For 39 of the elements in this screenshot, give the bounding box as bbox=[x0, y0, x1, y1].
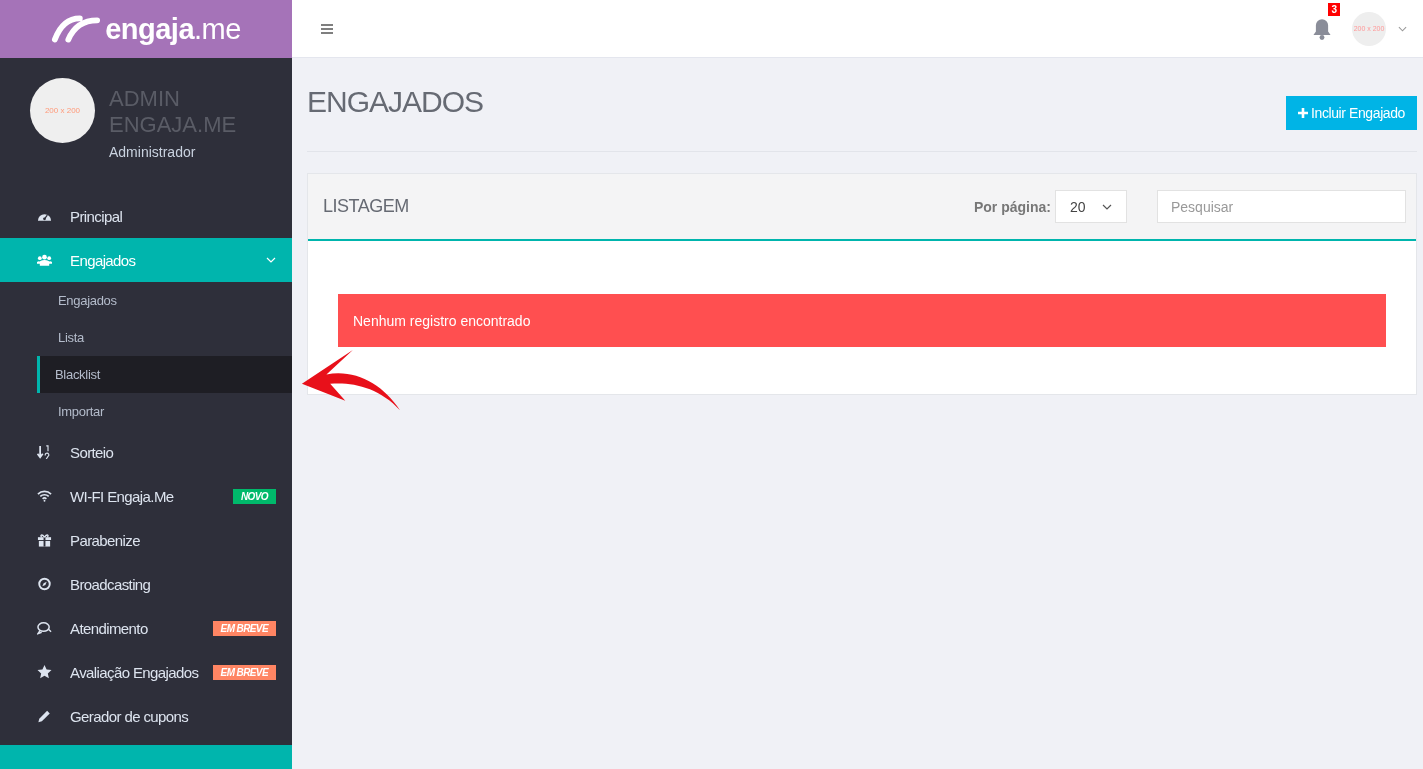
users-icon bbox=[37, 253, 52, 267]
menu-item[interactable]: Parabenize bbox=[0, 518, 292, 562]
per-page-label: Por página: bbox=[974, 198, 1051, 215]
caret-icon bbox=[1102, 203, 1112, 210]
panel-title: LISTAGEM bbox=[323, 196, 410, 217]
search-field[interactable]: Pesquisar bbox=[1157, 190, 1406, 223]
empty-alert: Nenhum registro encontrado bbox=[338, 294, 1386, 347]
star-icon bbox=[37, 665, 52, 679]
logo-waves-icon bbox=[51, 14, 102, 44]
caret-icon[interactable] bbox=[1398, 25, 1407, 32]
menu-badge: EM BREVE bbox=[212, 664, 276, 680]
notification-bell-icon[interactable] bbox=[1312, 17, 1332, 40]
menu-item[interactable]: Gerador de cupons bbox=[0, 694, 292, 738]
per-page-select[interactable]: 20 bbox=[1055, 190, 1127, 223]
avatar-label: 200 x 200 bbox=[44, 106, 81, 115]
plus-icon bbox=[1298, 108, 1308, 118]
menu-item[interactable]: Avaliação Engajados EM BREVE bbox=[0, 650, 292, 694]
menu-badge: EM BREVE bbox=[212, 620, 276, 636]
user-role: Administrador bbox=[109, 144, 197, 160]
page-title: ENGAJADOS bbox=[307, 84, 484, 120]
submenu-item[interactable]: Lista bbox=[37, 319, 292, 356]
menu-item[interactable]: Broadcasting bbox=[0, 562, 292, 606]
menu-item[interactable]: Sorteio bbox=[0, 430, 292, 474]
gift-icon bbox=[37, 533, 52, 547]
wifi-icon bbox=[37, 489, 52, 503]
pencil-icon bbox=[37, 709, 52, 723]
logo-text[interactable]: engaja.me bbox=[105, 12, 241, 46]
submenu-item[interactable]: Engajados bbox=[37, 282, 292, 319]
submenu-item[interactable]: Importar bbox=[37, 393, 292, 430]
menu-item[interactable]: WI-FI Engaja.Me NOVO bbox=[0, 474, 292, 518]
menu-badge: NOVO bbox=[232, 488, 276, 504]
compass-icon bbox=[37, 577, 52, 591]
submenu-item[interactable]: Blacklist bbox=[37, 356, 292, 393]
chat-icon bbox=[37, 621, 52, 635]
menu-item[interactable]: Atendimento EM BREVE bbox=[0, 606, 292, 650]
menu-item[interactable]: Principal bbox=[0, 194, 292, 238]
sort-numeric-icon bbox=[37, 445, 52, 459]
notification-count: 3 bbox=[1328, 2, 1340, 16]
menu-icon[interactable] bbox=[321, 23, 333, 34]
